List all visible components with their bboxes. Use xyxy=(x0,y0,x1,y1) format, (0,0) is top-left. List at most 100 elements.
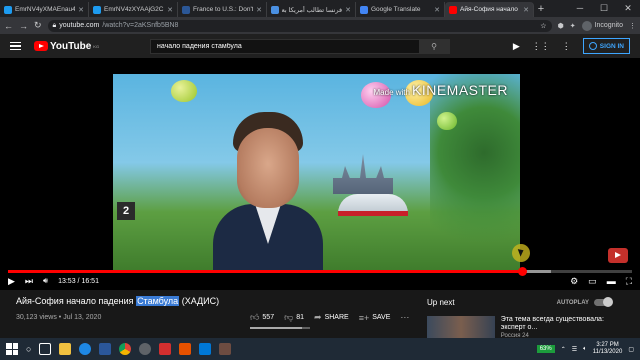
windows-taskbar: ○ 63% ⌃ ☰ 🔈︎ 3:27 PM 11/13/2020 ▢ xyxy=(0,338,640,360)
windows-start-icon[interactable] xyxy=(6,343,18,355)
mouse-cursor-icon xyxy=(512,244,530,262)
next-icon[interactable]: ⏭ xyxy=(25,276,33,286)
close-tab-icon[interactable]: ✕ xyxy=(78,6,84,14)
browser-tab-5[interactable]: Google Translate ✕ xyxy=(356,2,445,17)
recommended-thumbnail[interactable] xyxy=(427,316,495,338)
browser-tab-6-active[interactable]: Айя-София начало па ✕ xyxy=(445,2,534,17)
twitter-favicon-icon xyxy=(4,5,12,14)
person-portrait xyxy=(213,104,323,271)
back-arrow-icon[interactable]: ← xyxy=(4,21,13,31)
search-icon: ⚲ xyxy=(431,42,437,51)
system-tray: 63% ⌃ ☰ 🔈︎ 3:27 PM 11/13/2020 ▢ xyxy=(536,342,634,356)
browser-tab-1[interactable]: EmrNV4yXMAEnau4 (680 ✕ xyxy=(0,2,89,17)
browser-menu-icon[interactable]: ⋮ xyxy=(629,22,636,30)
play-icon[interactable]: ▶ xyxy=(8,276,15,286)
forward-arrow-icon[interactable]: → xyxy=(19,21,28,31)
city-skyline-graphic xyxy=(333,154,393,194)
video-title: Айя-София начало падения Стамбула (ХАДИС… xyxy=(16,296,220,306)
reload-icon[interactable]: ↻ xyxy=(34,20,42,31)
recommended-title[interactable]: Эта тема всегда существовала: эксперт о.… xyxy=(501,316,627,332)
notifications-icon[interactable]: ▢ xyxy=(628,346,634,353)
edge-icon[interactable] xyxy=(79,343,92,355)
number-sign: 2 xyxy=(117,202,135,220)
incognito-indicator[interactable]: Incognito xyxy=(581,20,623,31)
chrome-incognito-icon[interactable] xyxy=(139,343,152,355)
maximize-icon[interactable]: ☐ xyxy=(592,0,616,17)
news-favicon-icon xyxy=(271,5,279,14)
youtube-logo[interactable]: YouTube KG xyxy=(34,41,99,52)
kinemaster-watermark: Made with KINEMASTER xyxy=(373,82,508,98)
autoplay-control: AUTOPLAY xyxy=(557,297,613,307)
task-view-icon[interactable] xyxy=(39,343,52,355)
create-video-icon[interactable]: ▶︎ xyxy=(513,41,520,52)
share-button[interactable]: ➦ SHARE xyxy=(314,312,349,323)
settings-gear-icon[interactable]: ⚙ xyxy=(570,276,578,286)
progress-bar[interactable] xyxy=(8,267,632,276)
miniplayer-icon[interactable]: ▭ xyxy=(588,276,597,286)
close-window-icon[interactable]: ✕ xyxy=(616,0,640,17)
url-host: youtube.com xyxy=(59,22,100,29)
minimize-icon[interactable]: ─ xyxy=(568,0,592,17)
video-actions: 👍︎ 557 👎︎ 81 ➦ SHARE ≡+ SAVE ⋯ xyxy=(250,312,409,323)
twitter-favicon-icon xyxy=(93,5,101,14)
theater-mode-icon[interactable]: ▬ xyxy=(607,276,616,286)
taskbar-search-icon[interactable]: ○ xyxy=(26,344,31,354)
bookmark-star-icon[interactable]: ☆ xyxy=(540,22,546,30)
battery-indicator[interactable]: 63% xyxy=(536,345,555,353)
recommended-video[interactable]: Эта тема всегда существовала: эксперт о.… xyxy=(427,316,627,339)
time-display: 13:53 / 16:51 xyxy=(58,277,99,285)
title-selected-text[interactable]: Стамбула xyxy=(136,296,180,306)
playlist-add-icon: ≡+ xyxy=(358,312,370,323)
photos-icon[interactable] xyxy=(199,343,212,355)
hamburger-menu-icon[interactable] xyxy=(10,41,21,51)
clock[interactable]: 3:27 PM 11/13/2020 xyxy=(593,342,623,356)
youtube-play-logo-icon xyxy=(34,41,48,51)
apps-grid-icon[interactable]: ⋮⋮ xyxy=(532,41,550,52)
word-icon[interactable] xyxy=(99,343,112,355)
volume-tray-icon[interactable]: 🔈︎ xyxy=(583,346,587,353)
browser-toolbar-right: ⬢ ✦ Incognito ⋮ xyxy=(558,20,636,31)
save-button[interactable]: ≡+ SAVE xyxy=(359,313,391,323)
fullscreen-icon[interactable]: ⛶ xyxy=(626,276,632,286)
new-tab-button[interactable]: + xyxy=(534,2,548,17)
close-tab-icon[interactable]: ✕ xyxy=(434,6,440,14)
browser-tab-2[interactable]: EmrNV4zXYAAjG2C (680 ✕ xyxy=(89,2,178,17)
extensions-puzzle-icon[interactable]: ✦ xyxy=(570,22,576,30)
dislike-button[interactable]: 👎︎ 81 xyxy=(284,312,304,323)
settings-more-icon[interactable]: ⋮ xyxy=(562,41,571,52)
address-bar[interactable]: 🔒︎ youtube.com/watch?v=2aKSnfb5BN8 ☆ xyxy=(47,19,552,32)
close-tab-icon[interactable]: ✕ xyxy=(167,6,173,14)
browser-tab-4[interactable]: فرنسا تطالب أمريكا بعد ✕ xyxy=(267,2,356,17)
store-icon[interactable] xyxy=(219,343,232,355)
video-player[interactable]: 2 Made with KINEMASTER ▶ ⏭ 🔊︎ 13:53 / 16… xyxy=(0,58,640,290)
close-tab-icon[interactable]: ✕ xyxy=(256,6,262,14)
media-player-icon[interactable] xyxy=(179,343,192,355)
youtube-watermark-icon[interactable] xyxy=(608,248,628,263)
network-icon[interactable]: ☰ xyxy=(572,346,577,353)
green-balloon-graphic xyxy=(171,80,197,102)
like-ratio-bar xyxy=(250,327,310,329)
account-icon xyxy=(588,42,597,50)
autoplay-toggle[interactable] xyxy=(594,297,613,307)
tray-chevron-icon[interactable]: ⌃ xyxy=(561,346,566,353)
search-input[interactable] xyxy=(151,40,419,53)
sign-in-button[interactable]: SIGN IN xyxy=(582,38,630,54)
search-button[interactable]: ⚲ xyxy=(419,40,449,53)
close-tab-icon[interactable]: ✕ xyxy=(523,6,529,14)
file-explorer-icon[interactable] xyxy=(59,343,72,355)
video-info-section: Айя-София начало падения Стамбула (ХАДИС… xyxy=(0,290,640,339)
lock-icon: 🔒︎ xyxy=(52,21,57,29)
acrobat-icon[interactable] xyxy=(159,343,172,355)
browser-tab-3[interactable]: France to U.S.: Don't W ✕ xyxy=(178,2,267,17)
like-button[interactable]: 👍︎ 557 xyxy=(250,312,274,323)
video-frame[interactable]: 2 Made with KINEMASTER xyxy=(113,74,520,271)
browser-toolbar: ← → ↻ 🔒︎ youtube.com/watch?v=2aKSnfb5BN8… xyxy=(0,17,640,34)
browser-tabbar: EmrNV4yXMAEnau4 (680 ✕ EmrNV4zXYAAjG2C (… xyxy=(0,0,640,17)
thumbs-up-icon: 👍︎ xyxy=(250,312,260,322)
more-actions-button[interactable]: ⋯ xyxy=(400,312,409,323)
volume-icon[interactable]: 🔊︎ xyxy=(43,276,48,286)
extension-icon[interactable]: ⬢ xyxy=(558,22,564,30)
up-next-heading: Up next xyxy=(427,298,455,307)
close-tab-icon[interactable]: ✕ xyxy=(345,6,351,14)
chrome-icon[interactable] xyxy=(119,343,132,355)
